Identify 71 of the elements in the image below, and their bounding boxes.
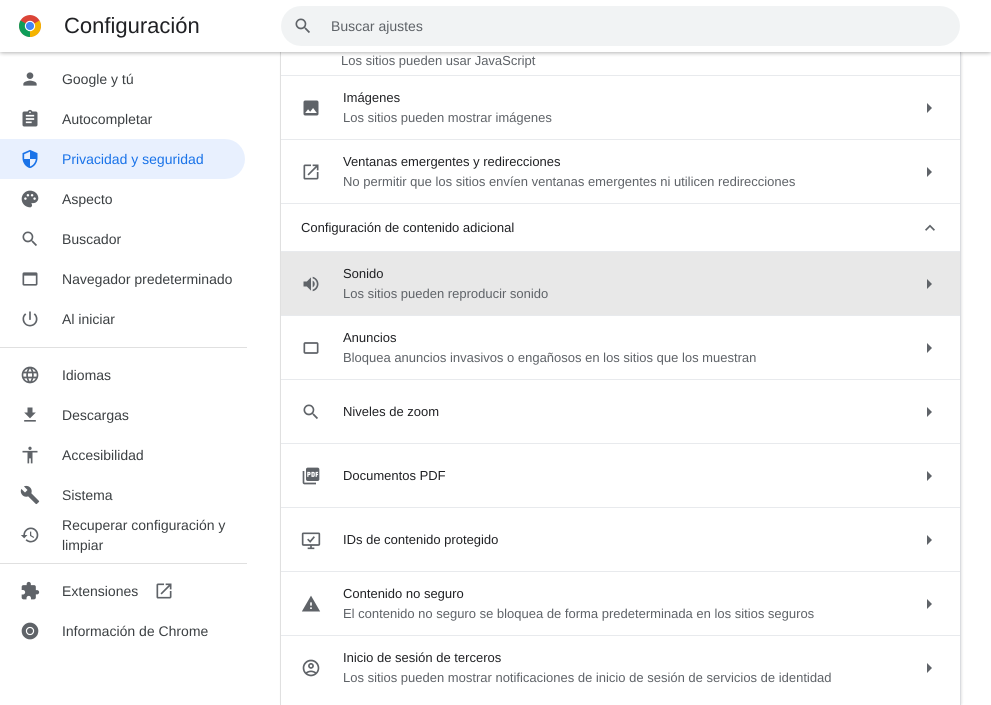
search-icon xyxy=(293,16,313,36)
arrow-right-icon xyxy=(927,406,932,416)
row-title: IDs de contenido protegido xyxy=(343,530,500,548)
search-bar[interactable]: Buscar ajustes xyxy=(281,6,960,46)
row-title: Ventanas emergentes y redirecciones xyxy=(343,152,562,170)
shield-icon xyxy=(20,149,40,169)
sidebar-item[interactable]: Privacidad y seguridad xyxy=(0,139,245,179)
arrow-right-icon xyxy=(927,598,932,608)
warning-icon xyxy=(301,594,321,614)
row-title: Inicio de sesión de terceros xyxy=(343,648,502,666)
sidebar-item[interactable]: Recuperar configuración y limpiar xyxy=(0,515,245,555)
row-description: Los sitios pueden reproducir sonido xyxy=(343,284,550,302)
settings-row[interactable]: Sonido Los sitios pueden reproducir sonido xyxy=(281,251,960,315)
sidebar-item[interactable]: Idiomas xyxy=(0,355,245,395)
arrow-right-icon xyxy=(927,342,932,352)
page-title: Configuración xyxy=(64,13,200,39)
search-field[interactable]: Buscar ajustes xyxy=(329,17,960,35)
settings-row[interactable]: Niveles de zoom xyxy=(281,379,960,443)
settings-row[interactable]: Contenido no seguro El contenido no seguro se bloquea de forma predeterminada en los sitios seguros xyxy=(281,571,960,635)
row-title: Documentos PDF xyxy=(343,466,447,484)
settings-row[interactable]: IDs de contenido protegido xyxy=(281,507,960,571)
speaker-icon xyxy=(301,274,321,294)
pdf-icon xyxy=(301,466,321,486)
settings-row[interactable]: Imágenes Los sitios pueden mostrar imágenes xyxy=(281,75,960,139)
row-description: No permitir que los sitios envíen ventanas emergentes ni utilicen redirecciones xyxy=(343,172,796,190)
sidebar-item[interactable]: Al iniciar xyxy=(0,299,245,339)
settings-row[interactable]: Anuncios Bloquea anuncios invasivos o engañosos en los sitios que los muestran xyxy=(281,315,960,379)
sidebar-item[interactable]: Buscador xyxy=(0,219,245,259)
sidebar-item[interactable]: Aspecto xyxy=(0,179,245,219)
sidebar-item[interactable]: Extensiones xyxy=(0,571,245,611)
image-icon xyxy=(301,98,321,118)
settings-row[interactable]: Ventanas emergentes y redirecciones No permitir que los sitios envíen ventanas emergentes ni utilicen redirecciones xyxy=(281,139,960,203)
arrow-right-icon xyxy=(927,166,932,176)
search-icon xyxy=(301,402,321,422)
sidebar-item[interactable]: Autocompletar xyxy=(0,99,245,139)
sidebar-item[interactable]: Accesibilidad xyxy=(0,435,245,475)
wrench-icon xyxy=(20,485,40,505)
arrow-right-icon xyxy=(927,102,932,112)
row-title: Sonido xyxy=(343,264,384,282)
sidebar-item[interactable]: Navegador predeterminado xyxy=(0,259,245,299)
globe-icon xyxy=(20,365,40,385)
arrow-right-icon xyxy=(927,278,932,288)
row-title: Anuncios xyxy=(343,328,398,346)
row-title: Contenido no seguro xyxy=(343,584,465,602)
settings-row[interactable]: Documentos PDF xyxy=(281,443,960,507)
palette-icon xyxy=(20,189,40,209)
settings-row[interactable]: Inicio de sesión de terceros Los sitios pueden mostrar notificaciones de inicio de sesión de servicios de identidad xyxy=(281,635,960,699)
sidebar-item[interactable]: Google y tú xyxy=(0,59,245,99)
row-description: Los sitios pueden mostrar notificaciones de inicio de sesión de servicios de identidad xyxy=(343,668,833,686)
chrome-logo xyxy=(18,14,42,38)
sidebar-item[interactable]: Sistema xyxy=(0,475,245,515)
row-title: Niveles de zoom xyxy=(343,402,440,420)
history-icon xyxy=(20,525,40,545)
sidebar-item[interactable]: Descargas xyxy=(0,395,245,435)
puzzle-icon xyxy=(20,581,40,601)
search-icon xyxy=(20,229,40,249)
chrome-icon xyxy=(20,621,40,641)
arrow-right-icon xyxy=(927,534,932,544)
arrow-right-icon xyxy=(927,662,932,672)
arrow-right-icon xyxy=(927,470,932,480)
row-description: Los sitios pueden mostrar imágenes xyxy=(343,108,553,126)
sidebar-item[interactable]: Información de Chrome xyxy=(0,611,245,651)
clipboard-icon xyxy=(20,109,40,129)
power-icon xyxy=(20,309,40,329)
row-description: Bloquea anuncios invasivos o engañosos en los sitios que los muestran xyxy=(343,348,758,366)
open-in-new-icon xyxy=(301,162,321,182)
monitor-check-icon xyxy=(301,530,321,550)
row-description: El contenido no seguro se bloquea de forma predeterminada en los sitios seguros xyxy=(343,604,816,622)
accessibility-icon xyxy=(20,445,40,465)
row-description: Los sitios pueden usar JavaScript xyxy=(341,52,536,70)
row-title: Imágenes xyxy=(343,88,402,106)
